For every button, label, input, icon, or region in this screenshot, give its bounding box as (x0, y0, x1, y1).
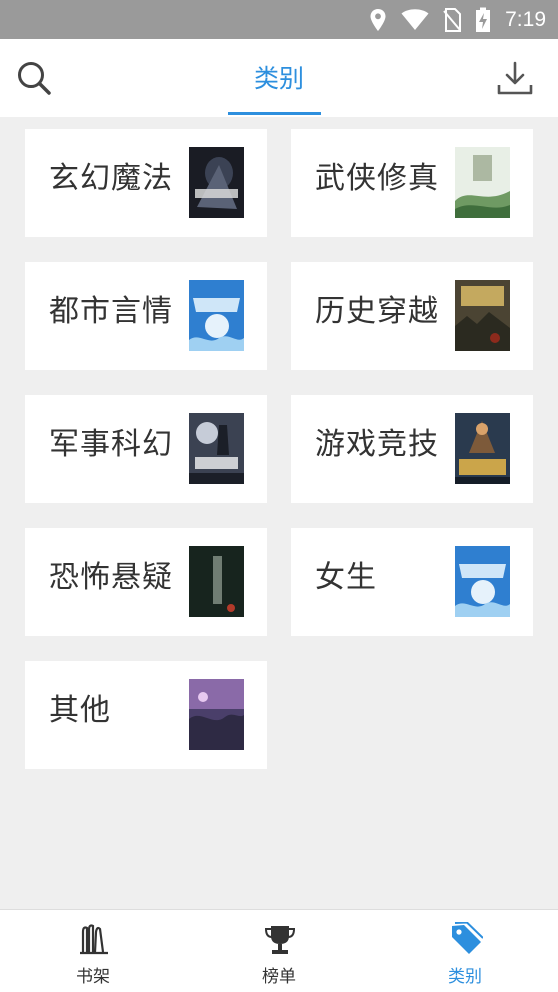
bookshelf-icon (80, 924, 108, 955)
tag-icon (452, 922, 483, 954)
category-card-wuxia[interactable]: 武侠修真 (291, 129, 533, 237)
category-label: 女生 (315, 560, 377, 595)
book-cover-image (189, 546, 244, 617)
category-label: 恐怖悬疑 (49, 560, 173, 595)
category-label: 历史穿越 (315, 294, 439, 329)
category-label: 武侠修真 (315, 161, 439, 196)
category-card-other[interactable]: 其他 (25, 661, 267, 769)
battery-charging-icon (476, 7, 491, 32)
status-time: 7:19 (505, 7, 546, 31)
status-bar: 7:19 (0, 0, 558, 39)
tab-label: 书架 (76, 967, 110, 987)
tab-ranking[interactable]: 榜单 (186, 910, 372, 992)
tab-bookshelf[interactable]: 书架 (0, 910, 186, 992)
category-label: 玄幻魔法 (49, 161, 173, 196)
no-sim-icon (443, 7, 462, 32)
book-cover-image (455, 147, 510, 218)
category-label: 游戏竞技 (315, 427, 439, 462)
category-card-horror[interactable]: 恐怖悬疑 (25, 528, 267, 636)
category-card-game[interactable]: 游戏竞技 (291, 395, 533, 503)
wifi-icon (401, 8, 429, 30)
book-cover-image (189, 679, 244, 750)
title-underline (228, 112, 321, 115)
category-card-military[interactable]: 军事科幻 (25, 395, 267, 503)
book-cover-image (189, 280, 244, 351)
location-icon (370, 8, 386, 31)
tab-category[interactable]: 类别 (372, 910, 558, 992)
tab-label: 榜单 (262, 967, 296, 987)
bottom-tab-bar: 书架 榜单 类别 (0, 909, 558, 992)
category-label: 都市言情 (49, 294, 173, 329)
category-label: 其他 (49, 693, 111, 728)
book-cover-image (455, 280, 510, 351)
category-card-fantasy[interactable]: 玄幻魔法 (25, 129, 267, 237)
category-card-girls[interactable]: 女生 (291, 528, 533, 636)
category-card-urban[interactable]: 都市言情 (25, 262, 267, 370)
book-cover-image (455, 546, 510, 617)
book-cover-image (189, 147, 244, 218)
book-cover-image (189, 413, 244, 484)
book-cover-image (455, 413, 510, 484)
category-card-history[interactable]: 历史穿越 (291, 262, 533, 370)
top-bar: 类别 (0, 39, 558, 117)
category-label: 军事科幻 (49, 427, 173, 462)
tab-label: 类别 (448, 967, 482, 987)
trophy-icon (264, 926, 296, 954)
page-title[interactable]: 类别 (0, 59, 558, 95)
download-icon[interactable] (496, 60, 534, 98)
